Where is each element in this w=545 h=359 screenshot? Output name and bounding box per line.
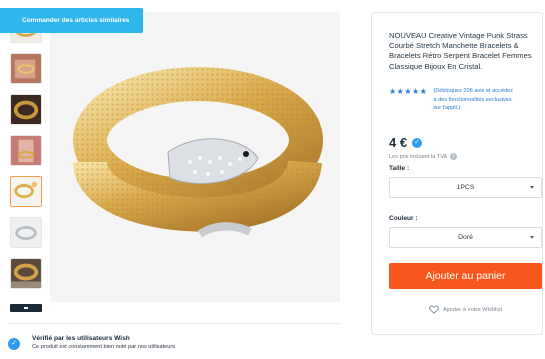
add-to-wishlist-link[interactable]: Ajouter à votre Wishlist	[389, 305, 542, 314]
similar-items-label: Commander des articles similaires	[22, 17, 130, 24]
product-price: 4 €	[389, 135, 408, 150]
main-product-image[interactable]	[50, 12, 340, 302]
tax-note: Les prix incluent la TVA	[389, 153, 448, 160]
info-icon[interactable]: i	[450, 153, 458, 160]
rating-app-link[interactable]: (Débloquez 206 avis et accédez à des fon…	[433, 87, 513, 113]
size-select-value: 1PCS	[456, 184, 475, 191]
thumbnail-scroll-indicator[interactable]	[10, 304, 42, 312]
heart-icon	[428, 305, 439, 314]
chevron-down-icon	[530, 186, 534, 189]
tax-row: Les prix incluent la TVA i	[389, 153, 458, 160]
color-select[interactable]: Doré	[389, 227, 542, 248]
thumbnail-5-selected[interactable]	[10, 176, 42, 207]
thumbnail-4[interactable]	[10, 135, 42, 166]
thumbnail-6[interactable]	[10, 217, 42, 248]
chevron-down-icon	[530, 236, 534, 239]
size-label: Taille :	[389, 165, 410, 172]
thumbnail-7[interactable]	[10, 258, 42, 289]
product-details-panel: NOUVEAU Creative Vintage Punk Strass Cou…	[371, 12, 543, 335]
color-label: Couleur :	[389, 215, 418, 222]
thumbnail-3[interactable]	[10, 94, 42, 125]
wishlist-label: Ajouter à votre Wishlist	[442, 306, 503, 313]
price-row: 4 € ✓	[389, 135, 423, 150]
thumbnail-strip	[8, 12, 44, 312]
color-select-value: Doré	[458, 234, 473, 241]
section-divider	[8, 323, 340, 324]
rating-row: ★★★★★ (Débloquez 206 avis et accédez à d…	[389, 87, 541, 113]
verified-section: ✓ Vérifié par les utilisateurs Wish Ce p…	[8, 335, 175, 351]
verified-title: Vérifié par les utilisateurs Wish	[32, 335, 130, 342]
similar-items-banner[interactable]: Commander des articles similaires	[0, 8, 143, 33]
size-select[interactable]: 1PCS	[389, 177, 542, 198]
verified-description: Ce produit est constamment bien noté par…	[32, 344, 176, 350]
star-rating: ★★★★★	[389, 87, 428, 96]
verified-check-icon: ✓	[8, 338, 20, 350]
add-to-cart-button[interactable]: Ajouter au panier	[389, 263, 542, 289]
verified-check-icon: ✓	[412, 137, 423, 148]
product-title: NOUVEAU Creative Vintage Punk Strass Cou…	[389, 31, 532, 71]
thumbnail-2[interactable]	[10, 53, 42, 84]
add-to-cart-label: Ajouter au panier	[425, 270, 506, 282]
